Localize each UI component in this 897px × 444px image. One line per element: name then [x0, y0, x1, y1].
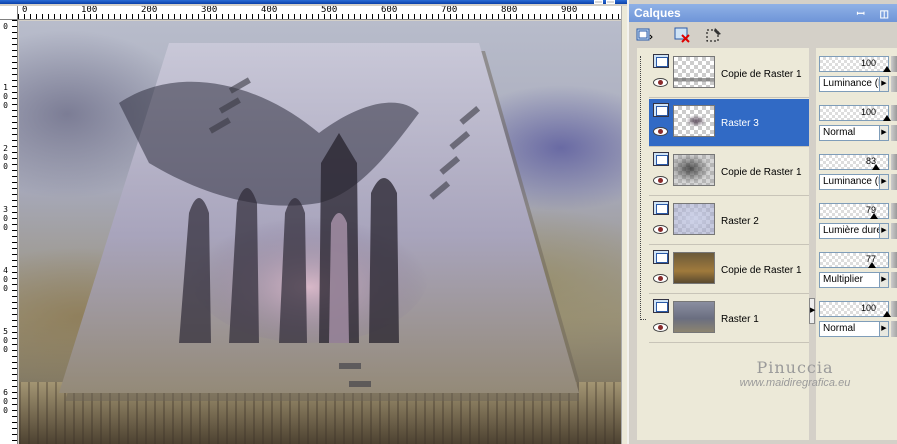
slider-edge	[891, 252, 897, 268]
edit-selection-icon[interactable]	[703, 24, 725, 46]
image-canvas[interactable]	[19, 21, 621, 444]
slider-edge	[891, 203, 897, 219]
layer-name: Copie de Raster 1	[721, 69, 802, 80]
eye-icon[interactable]	[653, 176, 668, 185]
delete-layer-icon[interactable]	[671, 24, 693, 46]
eye-icon[interactable]	[653, 225, 668, 234]
opacity-slider[interactable]: 100	[819, 301, 891, 317]
ruler-label: 200	[3, 144, 8, 171]
dropdown-arrow-icon[interactable]: ▶	[879, 174, 889, 190]
restore-icon[interactable]	[594, 0, 603, 4]
dropdown-arrow-icon[interactable]: ▶	[879, 76, 889, 92]
horizontal-ruler: 0 100 200 300 400 500 600 700 800 900	[18, 6, 621, 20]
image-window-titlebar[interactable]	[0, 0, 627, 4]
layer-property-row: 83 Luminance (H) ▶	[818, 148, 897, 196]
layer-row[interactable]: Copie de Raster 1	[649, 50, 809, 98]
opacity-marker-icon[interactable]	[872, 164, 880, 170]
slider-edge	[891, 301, 897, 317]
palette-title-buttons[interactable]: ꟷ ◫	[857, 6, 895, 24]
layer-name: Raster 2	[721, 216, 759, 227]
layer-row[interactable]: Copie de Raster 1	[649, 246, 809, 294]
opacity-marker-icon[interactable]	[883, 115, 891, 121]
opacity-value: 100	[860, 107, 876, 117]
eye-icon[interactable]	[653, 323, 668, 332]
opacity-value: 100	[860, 58, 876, 68]
layer-row[interactable]: Raster 1	[649, 295, 809, 343]
raster-layer-icon	[653, 299, 669, 313]
opacity-marker-icon[interactable]	[883, 311, 891, 317]
raster-layer-icon	[653, 152, 669, 166]
group-tree-line	[640, 56, 646, 320]
layer-thumbnail	[673, 105, 715, 137]
ruler-ticks	[18, 14, 621, 19]
layer-row-selected[interactable]: Raster 3	[649, 99, 809, 147]
vertical-ruler: 0 100 200 300 400 500 600	[0, 20, 18, 444]
watermark-name: Pinuccia	[756, 358, 834, 377]
ruler-label: 600	[3, 388, 8, 415]
layer-thumbnail	[673, 154, 715, 186]
layer-name: Copie de Raster 1	[721, 167, 802, 178]
slider-edge	[891, 154, 897, 170]
raster-layer-icon	[653, 201, 669, 215]
opacity-slider[interactable]: 100	[819, 56, 891, 72]
eye-icon[interactable]	[653, 78, 668, 87]
layer-thumbnail	[673, 56, 715, 88]
layer-property-row: 79 Lumière dure ▶	[818, 197, 897, 245]
watermark-url: www.maidiregrafica.eu	[739, 377, 851, 389]
opacity-slider[interactable]: 77	[819, 252, 889, 268]
close-icon[interactable]	[606, 0, 615, 4]
layer-name: Raster 1	[721, 314, 759, 325]
ruler-corner	[0, 6, 18, 20]
dropdown-arrow-icon[interactable]: ▶	[879, 125, 889, 141]
layer-property-row: 100 Normal ▶	[818, 295, 897, 343]
opacity-marker-icon[interactable]	[870, 213, 878, 219]
layer-row[interactable]: Raster 2	[649, 197, 809, 245]
layer-name: Copie de Raster 1	[721, 265, 802, 276]
slider-edge	[891, 76, 897, 92]
palette-title: Calques	[634, 6, 681, 20]
raster-layer-icon	[653, 250, 669, 264]
layer-property-row: 77 Multiplier ▶	[818, 246, 897, 294]
ruler-label: 300	[3, 205, 8, 232]
layer-property-row: 100 Normal ▶	[818, 99, 897, 147]
layer-row[interactable]: Copie de Raster 1	[649, 148, 809, 196]
layer-thumbnail	[673, 203, 715, 235]
eye-icon[interactable]	[653, 274, 668, 283]
eye-icon[interactable]	[653, 127, 668, 136]
ruler-label: 500	[3, 327, 8, 354]
canvas-artwork	[59, 43, 579, 401]
slider-edge	[891, 272, 897, 288]
layer-property-row: 100 Luminance (H) ▶	[818, 50, 897, 98]
image-window: 0 100 200 300 400 500 600 700 800 900 0 …	[0, 0, 627, 444]
ruler-ticks	[12, 20, 17, 444]
opacity-value: 100	[860, 303, 876, 313]
watermark: Pinuccia www.maidiregrafica.eu	[700, 358, 890, 389]
layer-thumbnail	[673, 301, 715, 333]
ruler-label: 100	[3, 83, 8, 110]
layer-thumbnail	[673, 252, 715, 284]
splitter-arrow-icon[interactable]: ▶	[809, 298, 815, 324]
opacity-slider[interactable]: 79	[819, 203, 889, 219]
layer-name: Raster 3	[721, 118, 759, 129]
slider-edge	[891, 174, 897, 190]
raster-layer-icon	[653, 103, 669, 117]
opacity-slider[interactable]: 100	[819, 105, 891, 121]
dropdown-arrow-icon[interactable]: ▶	[879, 272, 889, 288]
slider-edge	[891, 105, 897, 121]
new-raster-layer-icon[interactable]	[633, 24, 655, 46]
raster-layer-icon	[653, 54, 669, 68]
opacity-marker-icon[interactable]	[868, 262, 876, 268]
dropdown-arrow-icon[interactable]: ▶	[879, 321, 889, 337]
ruler-label: 0	[3, 22, 8, 31]
slider-edge	[891, 56, 897, 72]
opacity-marker-icon[interactable]	[883, 66, 891, 72]
opacity-slider[interactable]: 83	[819, 154, 889, 170]
ruler-label: 400	[3, 266, 8, 293]
dropdown-arrow-icon[interactable]: ▶	[879, 223, 889, 239]
slider-edge	[891, 321, 897, 337]
palette-titlebar[interactable]: Calques ꟷ ◫	[629, 4, 897, 22]
slider-edge	[891, 223, 897, 239]
slider-edge	[891, 125, 897, 141]
